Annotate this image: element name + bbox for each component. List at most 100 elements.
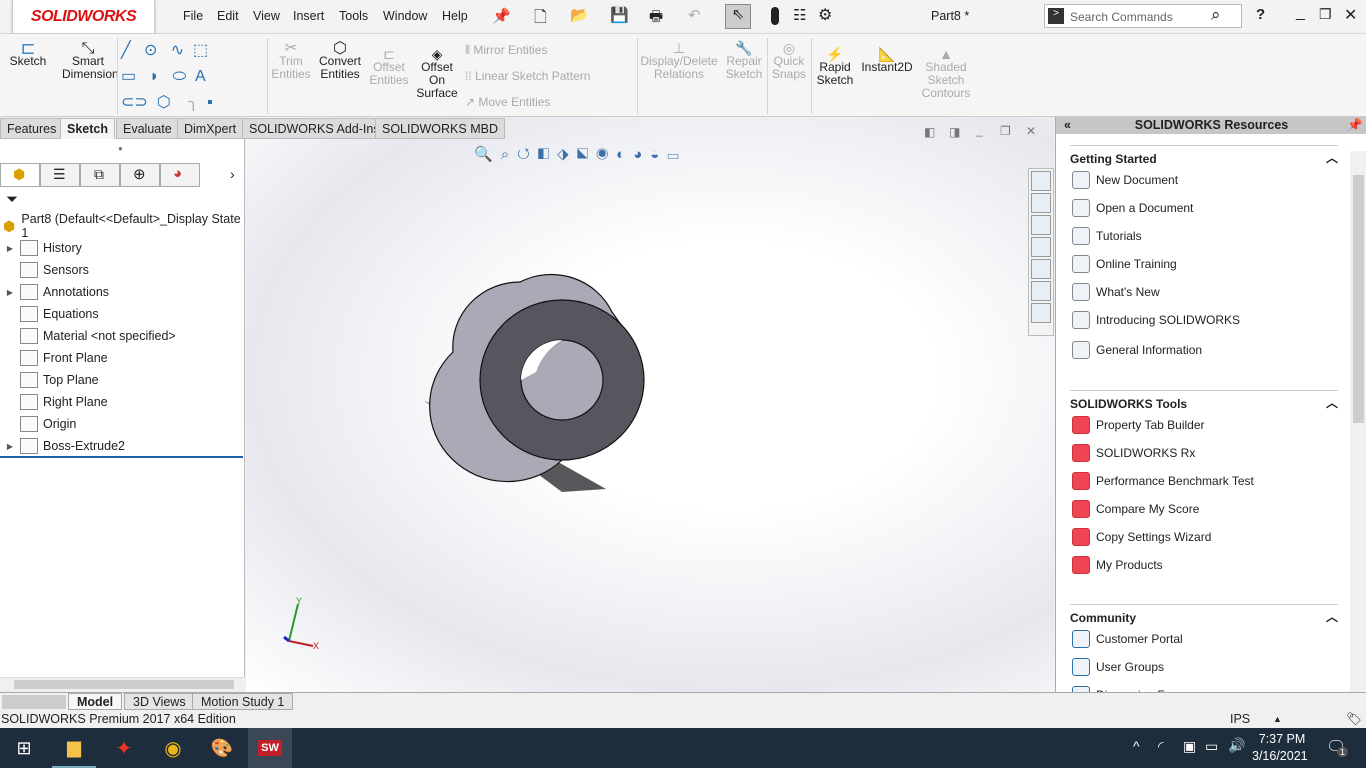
construction-icon[interactable]: ⬚ [193, 42, 208, 59]
display-delete-relations-button[interactable]: ⊥ Display/Delete Relations [640, 41, 718, 81]
file-explorer-icon[interactable] [1031, 215, 1051, 235]
tab-mbd[interactable]: SOLIDWORKS MBD [375, 118, 505, 139]
dimxpert-manager-tab[interactable]: ⊕ [120, 163, 160, 187]
menu-view[interactable]: View [253, 9, 280, 23]
resources-section-header[interactable]: SOLIDWORKS Tools ︿ [1070, 390, 1338, 411]
rollback-bar[interactable] [0, 456, 243, 458]
ellipse-icon[interactable]: ⬭ [172, 68, 186, 85]
expand-arrow-icon[interactable]: ▶ [0, 288, 20, 297]
expand-arrow-icon[interactable]: ▶ [0, 442, 20, 451]
rectangle-icon[interactable]: ▭ [121, 68, 136, 85]
graphics-area[interactable]: 🔍⌕↺◧⬗⬕◉◐◕◒▭ ◧ ◨ _ ❐ ✕ Y X [246, 117, 1054, 692]
battery-icon[interactable]: ▭ [1205, 738, 1218, 755]
spline-icon[interactable]: ∿ [171, 42, 184, 59]
expand-arrow-icon[interactable]: ▶ [0, 244, 20, 253]
tree-item[interactable]: Origin [0, 413, 76, 435]
linear-sketch-pattern-button[interactable]: ⁞⁞ Linear Sketch Pattern [465, 69, 590, 83]
select-icon[interactable]: ⇖ [725, 4, 751, 29]
instant2d-button[interactable]: 📐 Instant2D [860, 47, 914, 74]
menu-window[interactable]: Window [383, 9, 427, 23]
chevron-right-icon[interactable]: › [230, 166, 235, 182]
fillet-icon[interactable]: ╮ [188, 94, 198, 111]
tab-model[interactable]: Model [68, 693, 123, 710]
polygon-icon[interactable]: ⬡ [157, 94, 171, 111]
point-icon[interactable]: ▪ [207, 94, 213, 111]
model-view[interactable] [246, 117, 1054, 692]
sketch-entity-tools[interactable]: ╱ ⊙ ∿ ⬚ ▭ ◗ ⬭ A ⊂⊃ ⬡ ╮ ▪ [121, 38, 261, 116]
configuration-manager-tab[interactable]: ⧉ [80, 163, 120, 187]
menu-edit[interactable]: Edit [217, 9, 239, 23]
tree-item[interactable]: Top Plane [0, 369, 99, 391]
chevron-up-icon[interactable]: ︿ [1326, 608, 1338, 625]
rebuild-tag-icon[interactable]: 🏷 [1346, 710, 1362, 728]
volume-icon[interactable]: 🔊 [1228, 737, 1245, 754]
print-icon[interactable]: 🖶 [649, 6, 663, 31]
resource-link[interactable]: Copy Settings Wizard [1072, 528, 1211, 546]
units-selector[interactable]: IPS [1230, 710, 1250, 728]
convert-entities-button[interactable]: ⬡ Convert Entities [316, 41, 364, 81]
resource-link[interactable]: Open a Document [1072, 199, 1193, 217]
line-icon[interactable]: ╱ [121, 42, 131, 59]
tab-addins[interactable]: SOLIDWORKS Add-Ins [242, 118, 387, 139]
tab-3d-views[interactable]: 3D Views [124, 693, 195, 710]
resource-link[interactable]: Online Training [1072, 255, 1177, 273]
tab-motion-study[interactable]: Motion Study 1 [192, 693, 294, 710]
rebuild-icon[interactable] [771, 7, 779, 25]
shaded-sketch-contours-button[interactable]: ▲ Shaded Sketch Contours [918, 47, 974, 100]
search-commands-input[interactable]: > Search Commands ⌕ [1044, 4, 1242, 28]
home-icon[interactable] [1031, 171, 1051, 191]
resources-section-header[interactable]: Getting Started ︿ [1070, 145, 1338, 166]
tab-dimxpert[interactable]: DimXpert [177, 118, 244, 139]
new-document-icon[interactable]: 🗋 [534, 6, 547, 33]
tree-root[interactable]: ⬢ Part8 (Default<<Default>_Display State … [0, 212, 244, 240]
resource-link[interactable]: What's New [1072, 283, 1160, 301]
save-icon[interactable]: 💾 [610, 6, 629, 24]
resource-link[interactable]: Customer Portal [1072, 630, 1183, 648]
chrome-icon[interactable]: ◉ [151, 728, 195, 768]
solidworks-logo[interactable]: SOLIDWORKS [12, 0, 155, 34]
offset-entities-button[interactable]: ⊏ Offset Entities [368, 47, 410, 87]
resource-link[interactable]: Introducing SOLIDWORKS [1072, 311, 1240, 329]
move-entities-button[interactable]: ↗ Move Entities [465, 95, 550, 109]
chevron-up-icon[interactable]: ︿ [1326, 149, 1338, 166]
file-properties-icon[interactable]: ☷ [793, 6, 806, 24]
pin-icon[interactable]: 📌 [1347, 117, 1363, 134]
search-icon[interactable]: ⌕ [1211, 5, 1221, 25]
feature-tree-tab[interactable]: ⬢ [0, 163, 40, 187]
show-hidden-icons-icon[interactable]: ^ [1133, 738, 1140, 754]
menu-help[interactable]: Help [442, 9, 468, 23]
vertical-scrollbar[interactable] [1350, 151, 1366, 692]
trim-entities-button[interactable]: ✂ Trim Entities [270, 41, 312, 81]
resources-section-header[interactable]: Community ︿ [1070, 604, 1338, 625]
appearances-icon[interactable] [1031, 259, 1051, 279]
chevron-up-icon[interactable]: ︿ [1326, 394, 1338, 411]
tree-item[interactable]: Material <not specified> [0, 325, 176, 347]
help-button[interactable]: ? [1256, 6, 1265, 23]
pin-icon[interactable]: 📌 [492, 7, 511, 25]
tab-scroll-arrows[interactable] [2, 695, 66, 709]
restore-button[interactable]: ❐ [1319, 6, 1332, 23]
tree-item[interactable]: Sensors [0, 259, 89, 281]
tree-item[interactable]: ▶ Annotations [0, 281, 109, 303]
resource-link[interactable]: My Products [1072, 556, 1163, 574]
options-gear-icon[interactable]: ⚙ [818, 5, 832, 25]
minimize-button[interactable]: _ [1296, 4, 1305, 22]
undo-icon[interactable]: ↶ [688, 6, 701, 24]
forum-icon[interactable] [1031, 303, 1051, 323]
smart-dimension-button[interactable]: ⤡ Smart Dimension [62, 41, 119, 81]
resource-link[interactable]: Tutorials [1072, 227, 1142, 245]
mirror-entities-button[interactable]: ⫴ Mirror Entities [465, 43, 547, 58]
tree-item[interactable]: ▶ Boss-Extrude2 [0, 435, 125, 457]
tab-features[interactable]: Features [0, 118, 64, 139]
custom-properties-icon[interactable] [1031, 281, 1051, 301]
open-icon[interactable]: 📂 [570, 6, 589, 24]
windows-start-icon[interactable]: ⊞ [2, 728, 46, 768]
paint-icon[interactable]: 🎨 [200, 728, 244, 768]
horizontal-scrollbar[interactable] [0, 677, 245, 691]
display-manager-tab[interactable]: ◕ [160, 163, 200, 187]
resource-link[interactable]: New Document [1072, 171, 1178, 189]
offset-on-surface-button[interactable]: ◈ Offset On Surface [414, 47, 460, 100]
property-manager-tab[interactable]: ☰ [40, 163, 80, 187]
design-library-icon[interactable] [1031, 193, 1051, 213]
resource-link[interactable]: Compare My Score [1072, 500, 1199, 518]
